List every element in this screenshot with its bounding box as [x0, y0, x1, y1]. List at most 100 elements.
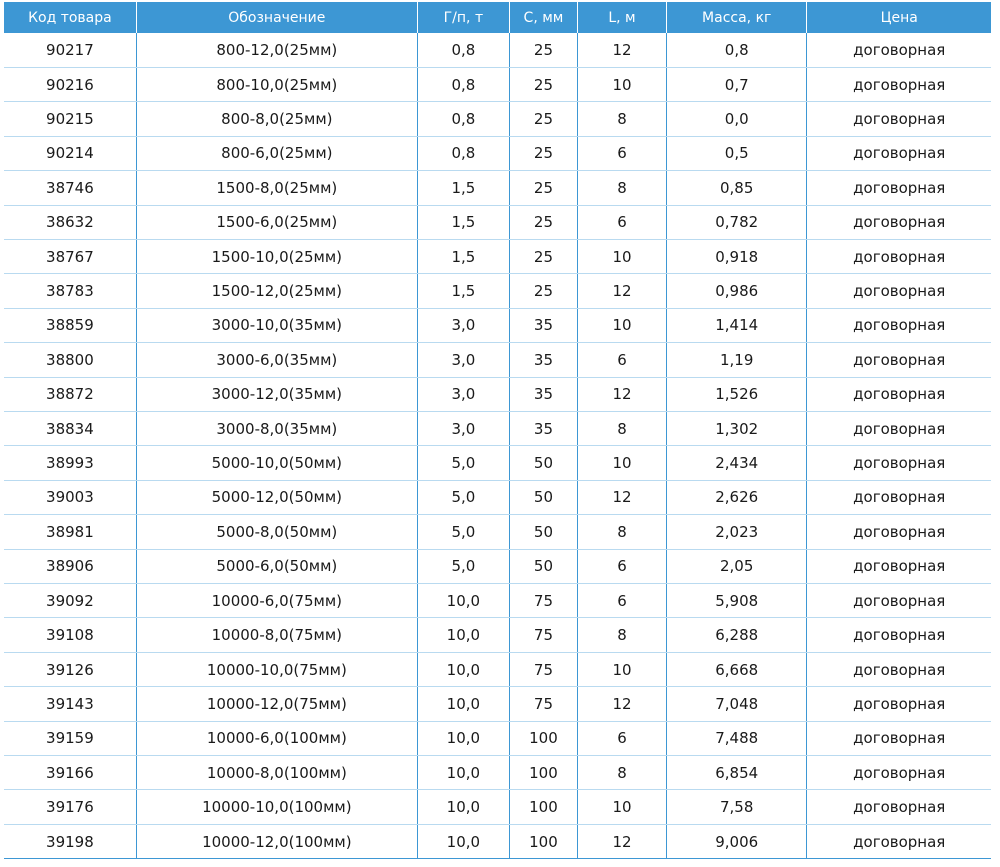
cell-designation: 3000-8,0(35мм) — [136, 411, 418, 447]
cell-width: 50 — [509, 445, 579, 481]
table-row: 39092 10000-6,0(75мм) 10,0 75 6 5,908 договорн… — [4, 583, 991, 619]
cell-price: договорная — [806, 549, 991, 585]
cell-price: договорная — [806, 273, 991, 309]
cell-product-code: 39003 — [4, 480, 137, 516]
cell-product-code: 38906 — [4, 549, 137, 585]
cell-length: 10 — [577, 239, 667, 275]
cell-length: 8 — [577, 755, 667, 791]
cell-width: 75 — [509, 686, 579, 722]
cell-product-code: 39159 — [4, 721, 137, 757]
header-capacity[interactable]: Г/п, т — [417, 2, 510, 33]
table-row: 39003 5000-12,0(50мм) 5,0 50 12 2,626 договорн… — [4, 480, 991, 516]
cell-designation: 1500-12,0(25мм) — [136, 273, 418, 309]
cell-mass: 1,526 — [666, 377, 808, 412]
cell-capacity: 1,5 — [417, 170, 510, 206]
header-designation[interactable]: Обозначение — [136, 2, 418, 33]
cell-capacity: 5,0 — [417, 480, 510, 516]
cell-price: договорная — [806, 170, 991, 206]
cell-price: договорная — [806, 583, 991, 619]
table-row: 38872 3000-12,0(35мм) 3,0 35 12 1,526 договорн… — [4, 377, 991, 412]
cell-width: 25 — [509, 205, 579, 240]
cell-length: 10 — [577, 67, 667, 103]
table-row: 39143 10000-12,0(75мм) 10,0 75 12 7,048 догово… — [4, 686, 991, 722]
cell-mass: 9,006 — [666, 824, 808, 860]
cell-length: 6 — [577, 205, 667, 240]
cell-price: договорная — [806, 33, 991, 68]
cell-capacity: 10,0 — [417, 789, 510, 825]
cell-product-code: 90215 — [4, 101, 137, 137]
table-row: 38767 1500-10,0(25мм) 1,5 25 10 0,918 договорн… — [4, 239, 991, 275]
header-length[interactable]: L, м — [577, 2, 667, 33]
cell-mass: 7,048 — [666, 686, 808, 722]
cell-product-code: 39166 — [4, 755, 137, 791]
page: Код товара Обозначение Г/п, т С, мм L, м… — [0, 0, 1000, 867]
cell-price: договорная — [806, 342, 991, 378]
cell-capacity: 1,5 — [417, 239, 510, 275]
cell-product-code: 90216 — [4, 67, 137, 103]
cell-designation: 5000-10,0(50мм) — [136, 445, 418, 481]
cell-designation: 5000-6,0(50мм) — [136, 549, 418, 585]
cell-product-code: 38981 — [4, 514, 137, 550]
cell-designation: 3000-6,0(35мм) — [136, 342, 418, 378]
cell-capacity: 1,5 — [417, 205, 510, 240]
cell-mass: 6,288 — [666, 617, 808, 653]
cell-capacity: 10,0 — [417, 824, 510, 860]
cell-capacity: 10,0 — [417, 755, 510, 791]
cell-length: 6 — [577, 583, 667, 619]
table-header: Код товара Обозначение Г/п, т С, мм L, м… — [4, 2, 991, 33]
table-row: 39166 10000-8,0(100мм) 10,0 100 8 6,854 догово… — [4, 755, 991, 791]
cell-width: 35 — [509, 411, 579, 447]
cell-designation: 800-8,0(25мм) — [136, 101, 418, 137]
table-row: 38834 3000-8,0(35мм) 3,0 35 8 1,302 договорная — [4, 411, 991, 447]
cell-mass: 0,85 — [666, 170, 808, 206]
table-row: 38746 1500-8,0(25мм) 1,5 25 8 0,85 договорная — [4, 170, 991, 206]
cell-price: договорная — [806, 686, 991, 722]
cell-designation: 3000-12,0(35мм) — [136, 377, 418, 412]
header-width[interactable]: С, мм — [509, 2, 579, 33]
cell-product-code: 90217 — [4, 33, 137, 68]
table-row: 38859 3000-10,0(35мм) 3,0 35 10 1,414 договорн… — [4, 308, 991, 344]
table-row: 39159 10000-6,0(100мм) 10,0 100 6 7,488 догово… — [4, 721, 991, 757]
cell-designation: 10000-10,0(100мм) — [136, 789, 418, 825]
header-product-code[interactable]: Код товара — [4, 2, 137, 33]
cell-price: договорная — [806, 514, 991, 550]
table-row: 90217 800-12,0(25мм) 0,8 25 12 0,8 договорная — [4, 33, 991, 68]
cell-designation: 800-12,0(25мм) — [136, 33, 418, 68]
cell-length: 12 — [577, 273, 667, 309]
table-row: 39126 10000-10,0(75мм) 10,0 75 10 6,668 догово… — [4, 652, 991, 688]
cell-width: 75 — [509, 652, 579, 688]
table-row: 39108 10000-8,0(75мм) 10,0 75 8 6,288 договорн… — [4, 617, 991, 653]
cell-width: 35 — [509, 377, 579, 412]
cell-mass: 0,986 — [666, 273, 808, 309]
cell-mass: 0,7 — [666, 67, 808, 103]
cell-product-code: 38783 — [4, 273, 137, 309]
table-body: 90217 800-12,0(25мм) 0,8 25 12 0,8 договорная 9… — [4, 33, 991, 860]
cell-product-code: 39092 — [4, 583, 137, 619]
cell-price: договорная — [806, 445, 991, 481]
cell-capacity: 0,8 — [417, 67, 510, 103]
cell-width: 50 — [509, 549, 579, 585]
cell-width: 25 — [509, 239, 579, 275]
cell-product-code: 39108 — [4, 617, 137, 653]
cell-length: 6 — [577, 342, 667, 378]
cell-designation: 10000-8,0(75мм) — [136, 617, 418, 653]
cell-product-code: 38767 — [4, 239, 137, 275]
cell-length: 8 — [577, 101, 667, 137]
header-mass[interactable]: Масса, кг — [666, 2, 808, 33]
cell-price: договорная — [806, 308, 991, 344]
cell-price: договорная — [806, 239, 991, 275]
cell-width: 50 — [509, 514, 579, 550]
cell-width: 25 — [509, 136, 579, 172]
cell-width: 25 — [509, 67, 579, 103]
cell-length: 8 — [577, 617, 667, 653]
cell-price: договорная — [806, 377, 991, 412]
cell-capacity: 3,0 — [417, 308, 510, 344]
table-row: 38981 5000-8,0(50мм) 5,0 50 8 2,023 договорная — [4, 514, 991, 550]
cell-capacity: 10,0 — [417, 617, 510, 653]
cell-designation: 5000-12,0(50мм) — [136, 480, 418, 516]
cell-mass: 2,023 — [666, 514, 808, 550]
cell-designation: 1500-6,0(25мм) — [136, 205, 418, 240]
cell-product-code: 38993 — [4, 445, 137, 481]
header-price[interactable]: Цена — [806, 2, 991, 33]
cell-capacity: 0,8 — [417, 101, 510, 137]
